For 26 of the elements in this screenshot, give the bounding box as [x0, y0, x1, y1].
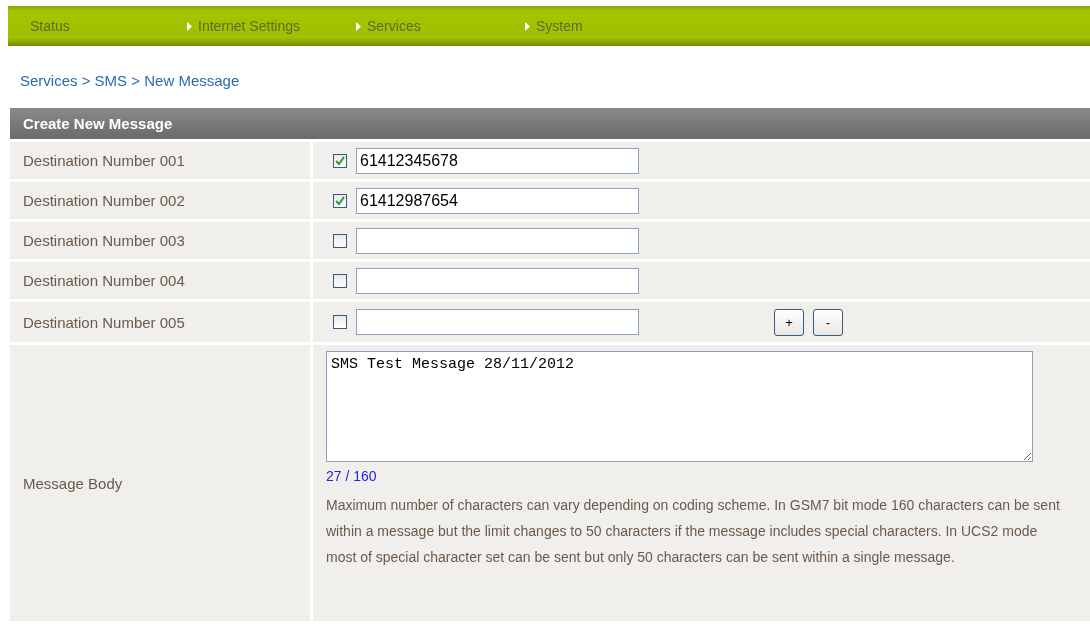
add-button[interactable]: + — [774, 308, 804, 336]
remove-button[interactable]: - — [813, 308, 843, 336]
number-input[interactable]: 61412345678 — [356, 147, 639, 174]
checkbox[interactable] — [333, 193, 347, 208]
field-label: Destination Number 002 — [10, 182, 310, 219]
field-label: Message Body — [10, 345, 310, 621]
number-input[interactable] — [356, 267, 639, 294]
arrow-icon — [356, 21, 361, 31]
number-input[interactable] — [356, 309, 639, 335]
number-input[interactable] — [356, 227, 639, 254]
breadcrumb[interactable]: Services > SMS > New Message — [20, 72, 1090, 92]
character-counter: 27 / 160 — [326, 468, 378, 484]
help-text: Maximum number of characters can vary depending on coding scheme. In GSM7 bit mode 160 characters can be sent within a message but the limit changes to 50 characters if the message includes special characters. In UCS2 mode most of special character set can be sent but only 50 characters can be sent within a single message. — [326, 496, 1061, 567]
field-label: Destination Number 005 — [10, 302, 310, 342]
checkbox[interactable] — [333, 273, 347, 288]
checkbox[interactable] — [333, 233, 347, 248]
number-input[interactable]: 61412987654 — [356, 187, 639, 214]
checkbox[interactable] — [333, 153, 347, 168]
field-label: Destination Number 004 — [10, 262, 310, 299]
arrow-icon — [525, 21, 530, 31]
field-label: Destination Number 003 — [10, 222, 310, 259]
message-textarea[interactable]: SMS Test Message 28/11/2012 — [326, 351, 1033, 462]
field-label: Destination Number 001 — [10, 142, 310, 179]
section-header: Create New Message — [10, 108, 1090, 139]
arrow-icon — [187, 21, 192, 31]
checkbox[interactable] — [333, 315, 347, 329]
